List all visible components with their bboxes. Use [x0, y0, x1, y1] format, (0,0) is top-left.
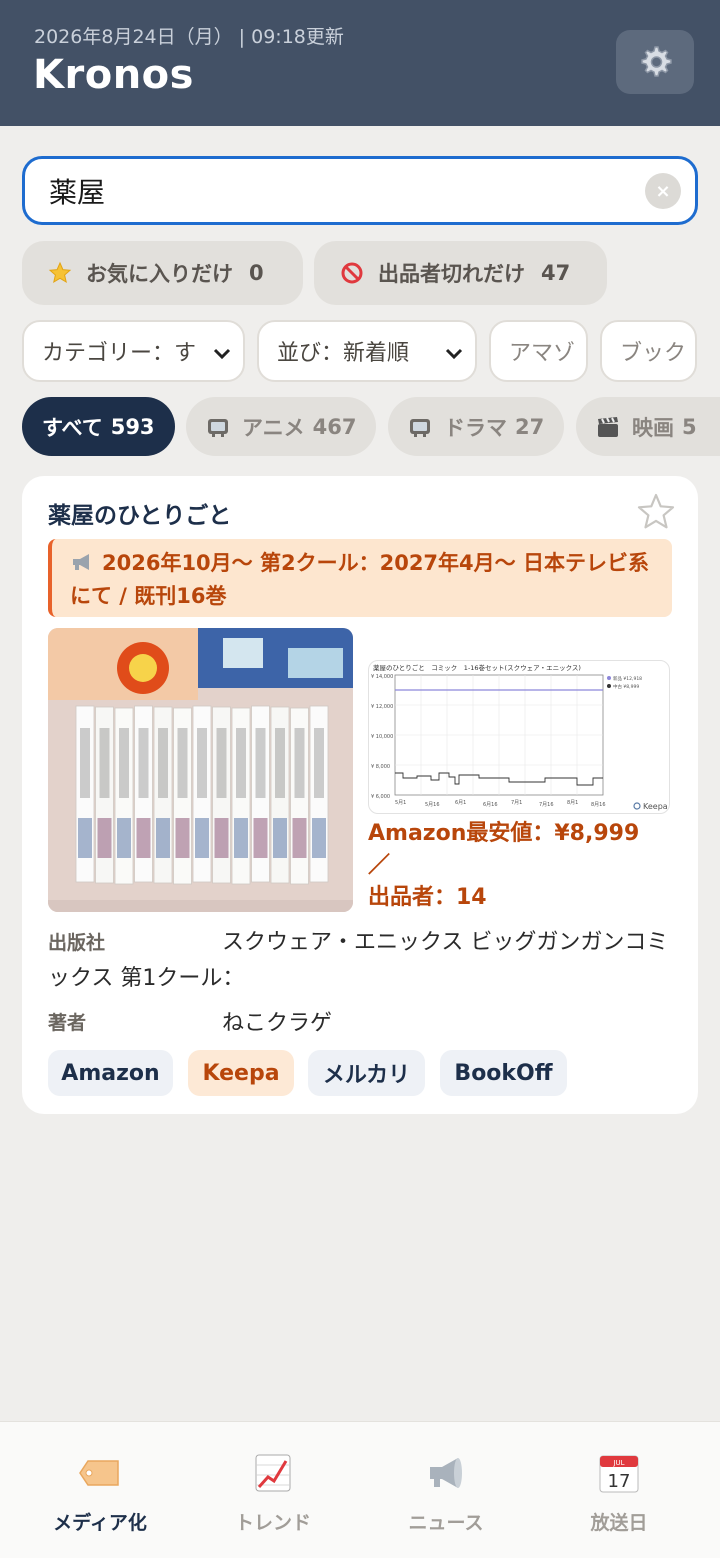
bookoff-link-button[interactable]: BookOff — [440, 1050, 567, 1096]
chart-legend-new: 新品 ¥12,918 — [613, 675, 642, 682]
header-date: 2026年8月24日（月） | 09:18更新 — [34, 22, 344, 49]
amazon-price-line: Amazon最安値：¥8,999 ／ — [368, 821, 640, 878]
chevron-down-icon — [213, 348, 231, 360]
store-select-amazon[interactable]: アマゾ — [489, 320, 588, 382]
store-select-amazon-value: アマゾ — [509, 341, 576, 366]
sort-select-value: 並び：新着順 — [277, 341, 410, 366]
app-header: 2026年8月24日（月） | 09:18更新 Kronos — [0, 0, 720, 126]
chart-xtick: 6月1 — [455, 800, 466, 806]
nav-media[interactable]: メディア化 — [10, 1422, 190, 1558]
category-chip-count: 467 — [312, 414, 357, 439]
chart-xtick: 8月16 — [591, 802, 606, 808]
chart-ytick: ¥ 8,000 — [371, 764, 390, 770]
megaphone-icon — [430, 1458, 462, 1488]
category-chip-count: 5 — [682, 414, 697, 439]
media-card[interactable]: 薬屋のひとりごと 2026年10月〜 第2クール：2027年4月〜 日本テレビ系… — [22, 476, 698, 1114]
favorites-filter-label: お気に入りだけ — [86, 262, 233, 286]
header-updated-text: | 09:18更新 — [238, 26, 344, 48]
favorites-only-filter[interactable]: お気に入りだけ 0 — [22, 241, 303, 305]
search-input[interactable] — [49, 171, 649, 211]
category-chip-label: ドラマ — [444, 415, 507, 440]
chart-xtick: 5月1 — [395, 800, 406, 806]
tv-icon — [410, 418, 430, 437]
nav-airdate[interactable]: JUL 17 放送日 — [529, 1422, 709, 1558]
broadcast-notice-text: 2026年10月〜 第2クール：2027年4月〜 日本テレビ系にて / 既刊16… — [70, 551, 649, 608]
author-label: 著者 — [48, 1012, 87, 1034]
clapperboard-icon — [598, 416, 618, 437]
sold-out-filter-count: 47 — [541, 261, 571, 285]
category-select[interactable]: カテゴリー：す — [22, 320, 245, 382]
nav-news[interactable]: ニュース — [356, 1422, 536, 1558]
chart-xtick: 7月16 — [539, 802, 554, 808]
category-chip-label: アニメ — [242, 415, 305, 440]
chart-legend-used: 中古 ¥8,999 — [613, 683, 639, 690]
nav-media-label: メディア化 — [53, 1512, 147, 1534]
category-chip-anime[interactable]: アニメ 467 — [186, 397, 376, 456]
publisher-label: 出版社 — [48, 932, 106, 954]
mercari-link-button[interactable]: メルカリ — [308, 1050, 425, 1096]
search-box[interactable]: × — [22, 156, 698, 225]
tag-icon — [79, 1460, 119, 1486]
bottom-navigation: メディア化 トレンド ニュース JUL 17 放送日 — [0, 1421, 720, 1558]
calendar-day: 17 — [608, 1471, 631, 1492]
chart-xtick: 8月1 — [567, 800, 578, 806]
calendar-icon: JUL 17 — [599, 1455, 639, 1493]
trend-chart-icon — [255, 1454, 291, 1492]
keepa-brand: Keepa — [643, 802, 668, 811]
card-title: 薬屋のひとりごと — [48, 503, 232, 529]
tv-icon — [208, 418, 228, 437]
clear-search-button[interactable]: × — [645, 173, 681, 209]
header-date-text: 2026年8月24日（月） — [34, 26, 233, 48]
sort-select[interactable]: 並び：新着順 — [257, 320, 477, 382]
gear-icon — [641, 46, 672, 77]
store-select-book-value: ブック — [620, 341, 687, 366]
amazon-link-button[interactable]: Amazon — [48, 1050, 173, 1096]
category-chip-all[interactable]: すべて 593 — [22, 397, 175, 456]
category-chip-count: 593 — [110, 414, 155, 439]
store-select-book[interactable]: ブック — [600, 320, 697, 382]
chart-xtick: 6月16 — [483, 802, 498, 808]
category-chip-movie[interactable]: 映画 5 — [576, 397, 720, 456]
favorite-star-icon[interactable] — [636, 492, 676, 532]
category-chip-label: すべて — [42, 415, 103, 440]
prohibited-icon — [341, 262, 363, 284]
author-value: ねこクラゲ — [222, 1011, 333, 1036]
chart-ytick: ¥ 12,000 — [371, 704, 393, 710]
chart-ytick: ¥ 6,000 — [371, 794, 390, 800]
star-icon — [48, 261, 72, 284]
settings-button[interactable] — [616, 30, 694, 94]
price-history-chart[interactable]: 薬屋のひとりごと コミック 1-16巻セット(スクウェア・エニックス) ¥ 14… — [368, 660, 670, 814]
nav-news-label: ニュース — [408, 1512, 484, 1534]
nav-trend-label: トレンド — [234, 1512, 311, 1534]
amazon-price: Amazon最安値：¥8,999 ／ 出品者：14 — [368, 818, 668, 914]
nav-airdate-label: 放送日 — [590, 1512, 648, 1534]
keepa-link-button[interactable]: Keepa — [188, 1050, 294, 1096]
chevron-down-icon — [445, 348, 463, 360]
calendar-month: JUL — [612, 1459, 624, 1467]
megaphone-icon — [73, 554, 89, 570]
chart-xtick: 5月16 — [425, 802, 440, 808]
seller-count-line: 出品者：14 — [368, 885, 487, 910]
chart-xtick: 7月1 — [511, 800, 522, 806]
broadcast-notice: 2026年10月〜 第2クール：2027年4月〜 日本テレビ系にて / 既刊16… — [48, 539, 672, 617]
chart-ytick: ¥ 14,000 — [371, 674, 393, 680]
sold-out-only-filter[interactable]: 出品者切れだけ 47 — [314, 241, 607, 305]
chart-title: 薬屋のひとりごと コミック 1-16巻セット(スクウェア・エニックス) — [373, 663, 581, 672]
category-chip-count: 27 — [515, 414, 545, 439]
app-title: Kronos — [33, 52, 194, 98]
category-chip-label: 映画 — [632, 415, 674, 440]
publisher-value: スクウェア・エニックス ビッグガンガンコミ — [222, 930, 669, 955]
category-chip-drama[interactable]: ドラマ 27 — [388, 397, 564, 456]
category-select-value: カテゴリー：す — [42, 341, 197, 366]
product-photo — [48, 628, 353, 912]
publisher-value-continued: ックス 第1クール： — [48, 966, 245, 991]
nav-trend[interactable]: トレンド — [183, 1422, 363, 1558]
sold-out-filter-label: 出品者切れだけ — [378, 262, 525, 286]
chart-ytick: ¥ 10,000 — [371, 734, 393, 740]
favorites-filter-count: 0 — [249, 261, 264, 285]
